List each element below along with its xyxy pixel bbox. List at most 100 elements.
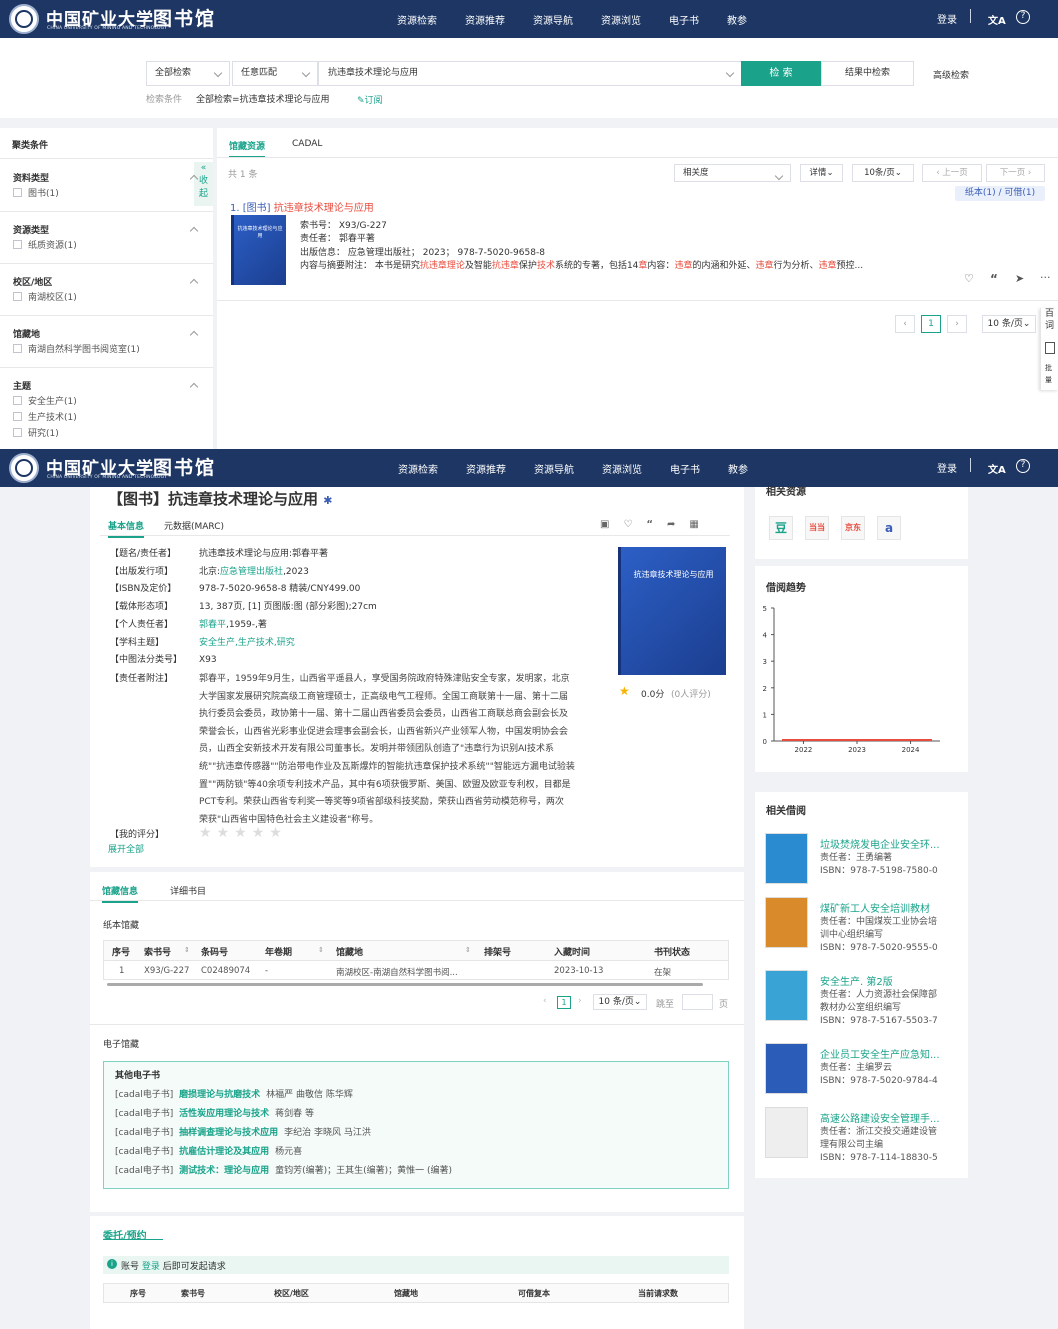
related-book-title[interactable]: 企业员工安全生产应急知... xyxy=(820,1046,940,1061)
prev-page-button[interactable]: ‹ 上一页 xyxy=(922,164,982,182)
translate-icon[interactable]: 文A xyxy=(988,12,1006,27)
checkbox[interactable] xyxy=(13,188,22,197)
help-icon[interactable]: ? xyxy=(1016,459,1030,473)
source-link[interactable]: 豆 xyxy=(769,516,793,540)
field-link[interactable]: 安全生产,生产技术,研究 xyxy=(199,638,295,648)
related-book-cover[interactable] xyxy=(765,1043,808,1094)
advanced-search-link[interactable]: 高级检索 xyxy=(933,68,969,81)
pagination-page[interactable]: 1 xyxy=(557,996,571,1009)
checkbox[interactable] xyxy=(13,344,22,353)
source-link[interactable]: 京东 xyxy=(841,516,865,540)
ebook-title[interactable]: 活性炭应用理论与技术 xyxy=(179,1109,269,1119)
collapse-facets-button[interactable]: «收起 xyxy=(194,162,213,206)
checkbox[interactable] xyxy=(13,428,22,437)
quote-icon[interactable]: “ xyxy=(990,272,998,286)
field-link[interactable]: 应急管理出版社 xyxy=(220,567,283,577)
availability-badge[interactable]: 纸本(1) / 可借(1) xyxy=(955,186,1045,201)
match-select[interactable]: 任意匹配 xyxy=(232,61,318,86)
nav-item[interactable]: 资源导航 xyxy=(534,461,574,476)
tab-detailed-catalog[interactable]: 详细书目 xyxy=(170,884,206,897)
nav-item[interactable]: 资源浏览 xyxy=(602,461,642,476)
source-link[interactable]: 当当 xyxy=(805,516,829,540)
sort-icon[interactable]: ⇕ xyxy=(318,946,324,954)
checkbox[interactable] xyxy=(13,396,22,405)
related-book-title[interactable]: 高速公路建设安全管理手... xyxy=(820,1110,940,1125)
nav-item[interactable]: 教参 xyxy=(728,461,748,476)
nav-item[interactable]: 资源检索 xyxy=(397,12,437,27)
star-icon[interactable]: ★ xyxy=(234,825,247,841)
related-book-cover[interactable] xyxy=(765,897,808,948)
column-header[interactable]: 馆藏地 xyxy=(336,945,363,958)
tab-holdings[interactable]: 馆藏资源 xyxy=(229,139,266,158)
related-book-cover[interactable] xyxy=(765,833,808,884)
checkbox[interactable] xyxy=(13,292,22,301)
result-title-text[interactable]: 抗违章技术理论与应用 xyxy=(274,203,374,214)
subscribe-link[interactable]: ✎订阅 xyxy=(357,93,383,106)
pagination-next[interactable]: › xyxy=(947,315,967,333)
search-button[interactable]: 检 索 xyxy=(741,61,821,86)
star-icon[interactable]: ★ xyxy=(217,825,230,841)
export-icon[interactable]: ▣ xyxy=(600,519,609,530)
star-icon[interactable]: ★ xyxy=(269,825,282,841)
star-icon[interactable]: ★ xyxy=(252,825,265,841)
nav-item[interactable]: 资源检索 xyxy=(398,461,438,476)
nav-item[interactable]: 资源浏览 xyxy=(601,12,641,27)
result-cover-image[interactable]: 抗违章技术理论与应用 xyxy=(231,215,286,285)
related-book-title[interactable]: 垃圾焚烧发电企业安全环... xyxy=(820,836,940,851)
search-input[interactable]: 抗违章技术理论与应用 xyxy=(318,61,742,86)
expand-all-link[interactable]: 展开全部 xyxy=(108,842,144,855)
next-page-button[interactable]: 下一页 › xyxy=(986,164,1045,182)
nav-item[interactable]: 电子书 xyxy=(670,461,700,476)
pagination-next[interactable]: › xyxy=(578,996,582,1006)
result-title[interactable]: 1. [图书] 抗违章技术理论与应用 xyxy=(230,199,374,214)
tab-cadal[interactable]: CADAL xyxy=(292,139,322,149)
sort-select[interactable]: 相关度 xyxy=(674,164,791,182)
sort-icon[interactable]: ⇕ xyxy=(184,946,190,954)
tab-marc[interactable]: 元数据(MARC) xyxy=(164,519,224,532)
nav-item[interactable]: 资源推荐 xyxy=(465,12,505,27)
facet-option[interactable]: 图书(1) xyxy=(13,186,59,199)
column-header[interactable]: 年卷期 xyxy=(265,945,292,958)
page-size-select[interactable]: 10条/页⌄ xyxy=(852,164,914,182)
more-icon[interactable]: ··· xyxy=(1040,271,1051,284)
sort-icon[interactable]: ⇕ xyxy=(465,946,471,954)
related-book-title[interactable]: 安全生产. 第2版 xyxy=(820,973,893,988)
library-title[interactable]: 图书馆 xyxy=(153,453,216,480)
facet-option[interactable]: 南湖自然科学图书阅览室(1) xyxy=(13,342,140,355)
related-book-cover[interactable] xyxy=(765,970,808,1021)
share-icon[interactable]: ➦ xyxy=(667,519,675,530)
side-toolbar[interactable]: 百词批量 xyxy=(1040,308,1058,390)
facet-option[interactable]: 南湖校区(1) xyxy=(13,290,77,303)
related-book-cover[interactable] xyxy=(765,1107,808,1158)
favorite-icon[interactable]: ♡ xyxy=(623,519,632,530)
nav-item[interactable]: 资源导航 xyxy=(533,12,573,27)
share-icon[interactable]: ➤ xyxy=(1015,272,1024,285)
facet-option[interactable]: 研究(1) xyxy=(13,426,59,439)
search-in-results-button[interactable]: 结果中检索 xyxy=(821,61,914,86)
ebook-title[interactable]: 测试技术：理论与应用 xyxy=(179,1166,269,1176)
nav-item[interactable]: 资源推荐 xyxy=(466,461,506,476)
facet-option[interactable]: 生产技术(1) xyxy=(13,410,77,423)
pagination-prev[interactable]: ‹ xyxy=(895,315,915,333)
pagination-page[interactable]: 1 xyxy=(921,315,941,333)
rating-stars[interactable]: ★ ★ ★ ★ ★ xyxy=(199,825,287,841)
pagination-size[interactable]: 10 条/页⌄ xyxy=(982,315,1036,333)
reservation-login-link[interactable]: 登录 xyxy=(142,1262,160,1272)
horizontal-scrollbar[interactable] xyxy=(107,983,703,986)
facet-option[interactable]: 纸质资源(1) xyxy=(13,238,77,251)
checkbox[interactable] xyxy=(13,240,22,249)
goto-page-input[interactable] xyxy=(682,994,713,1010)
column-header[interactable]: 索书号 xyxy=(144,945,171,958)
quote-icon[interactable]: “ xyxy=(646,519,653,530)
star-icon[interactable]: ★ xyxy=(199,825,212,841)
checkbox[interactable] xyxy=(13,412,22,421)
favorite-icon[interactable]: ♡ xyxy=(964,272,974,285)
ebook-title[interactable]: 磨损理论与抗磨技术 xyxy=(179,1090,260,1100)
facet-option[interactable]: 安全生产(1) xyxy=(13,394,77,407)
nav-item[interactable]: 教参 xyxy=(727,12,747,27)
help-icon[interactable]: ? xyxy=(1016,10,1030,24)
source-link[interactable]: a xyxy=(877,516,901,540)
scope-select[interactable]: 全部检索 xyxy=(146,61,230,86)
book-cover-image[interactable]: 抗违章技术理论与应用 xyxy=(618,547,726,675)
related-book-title[interactable]: 煤矿新工人安全培训教材 xyxy=(820,900,930,915)
